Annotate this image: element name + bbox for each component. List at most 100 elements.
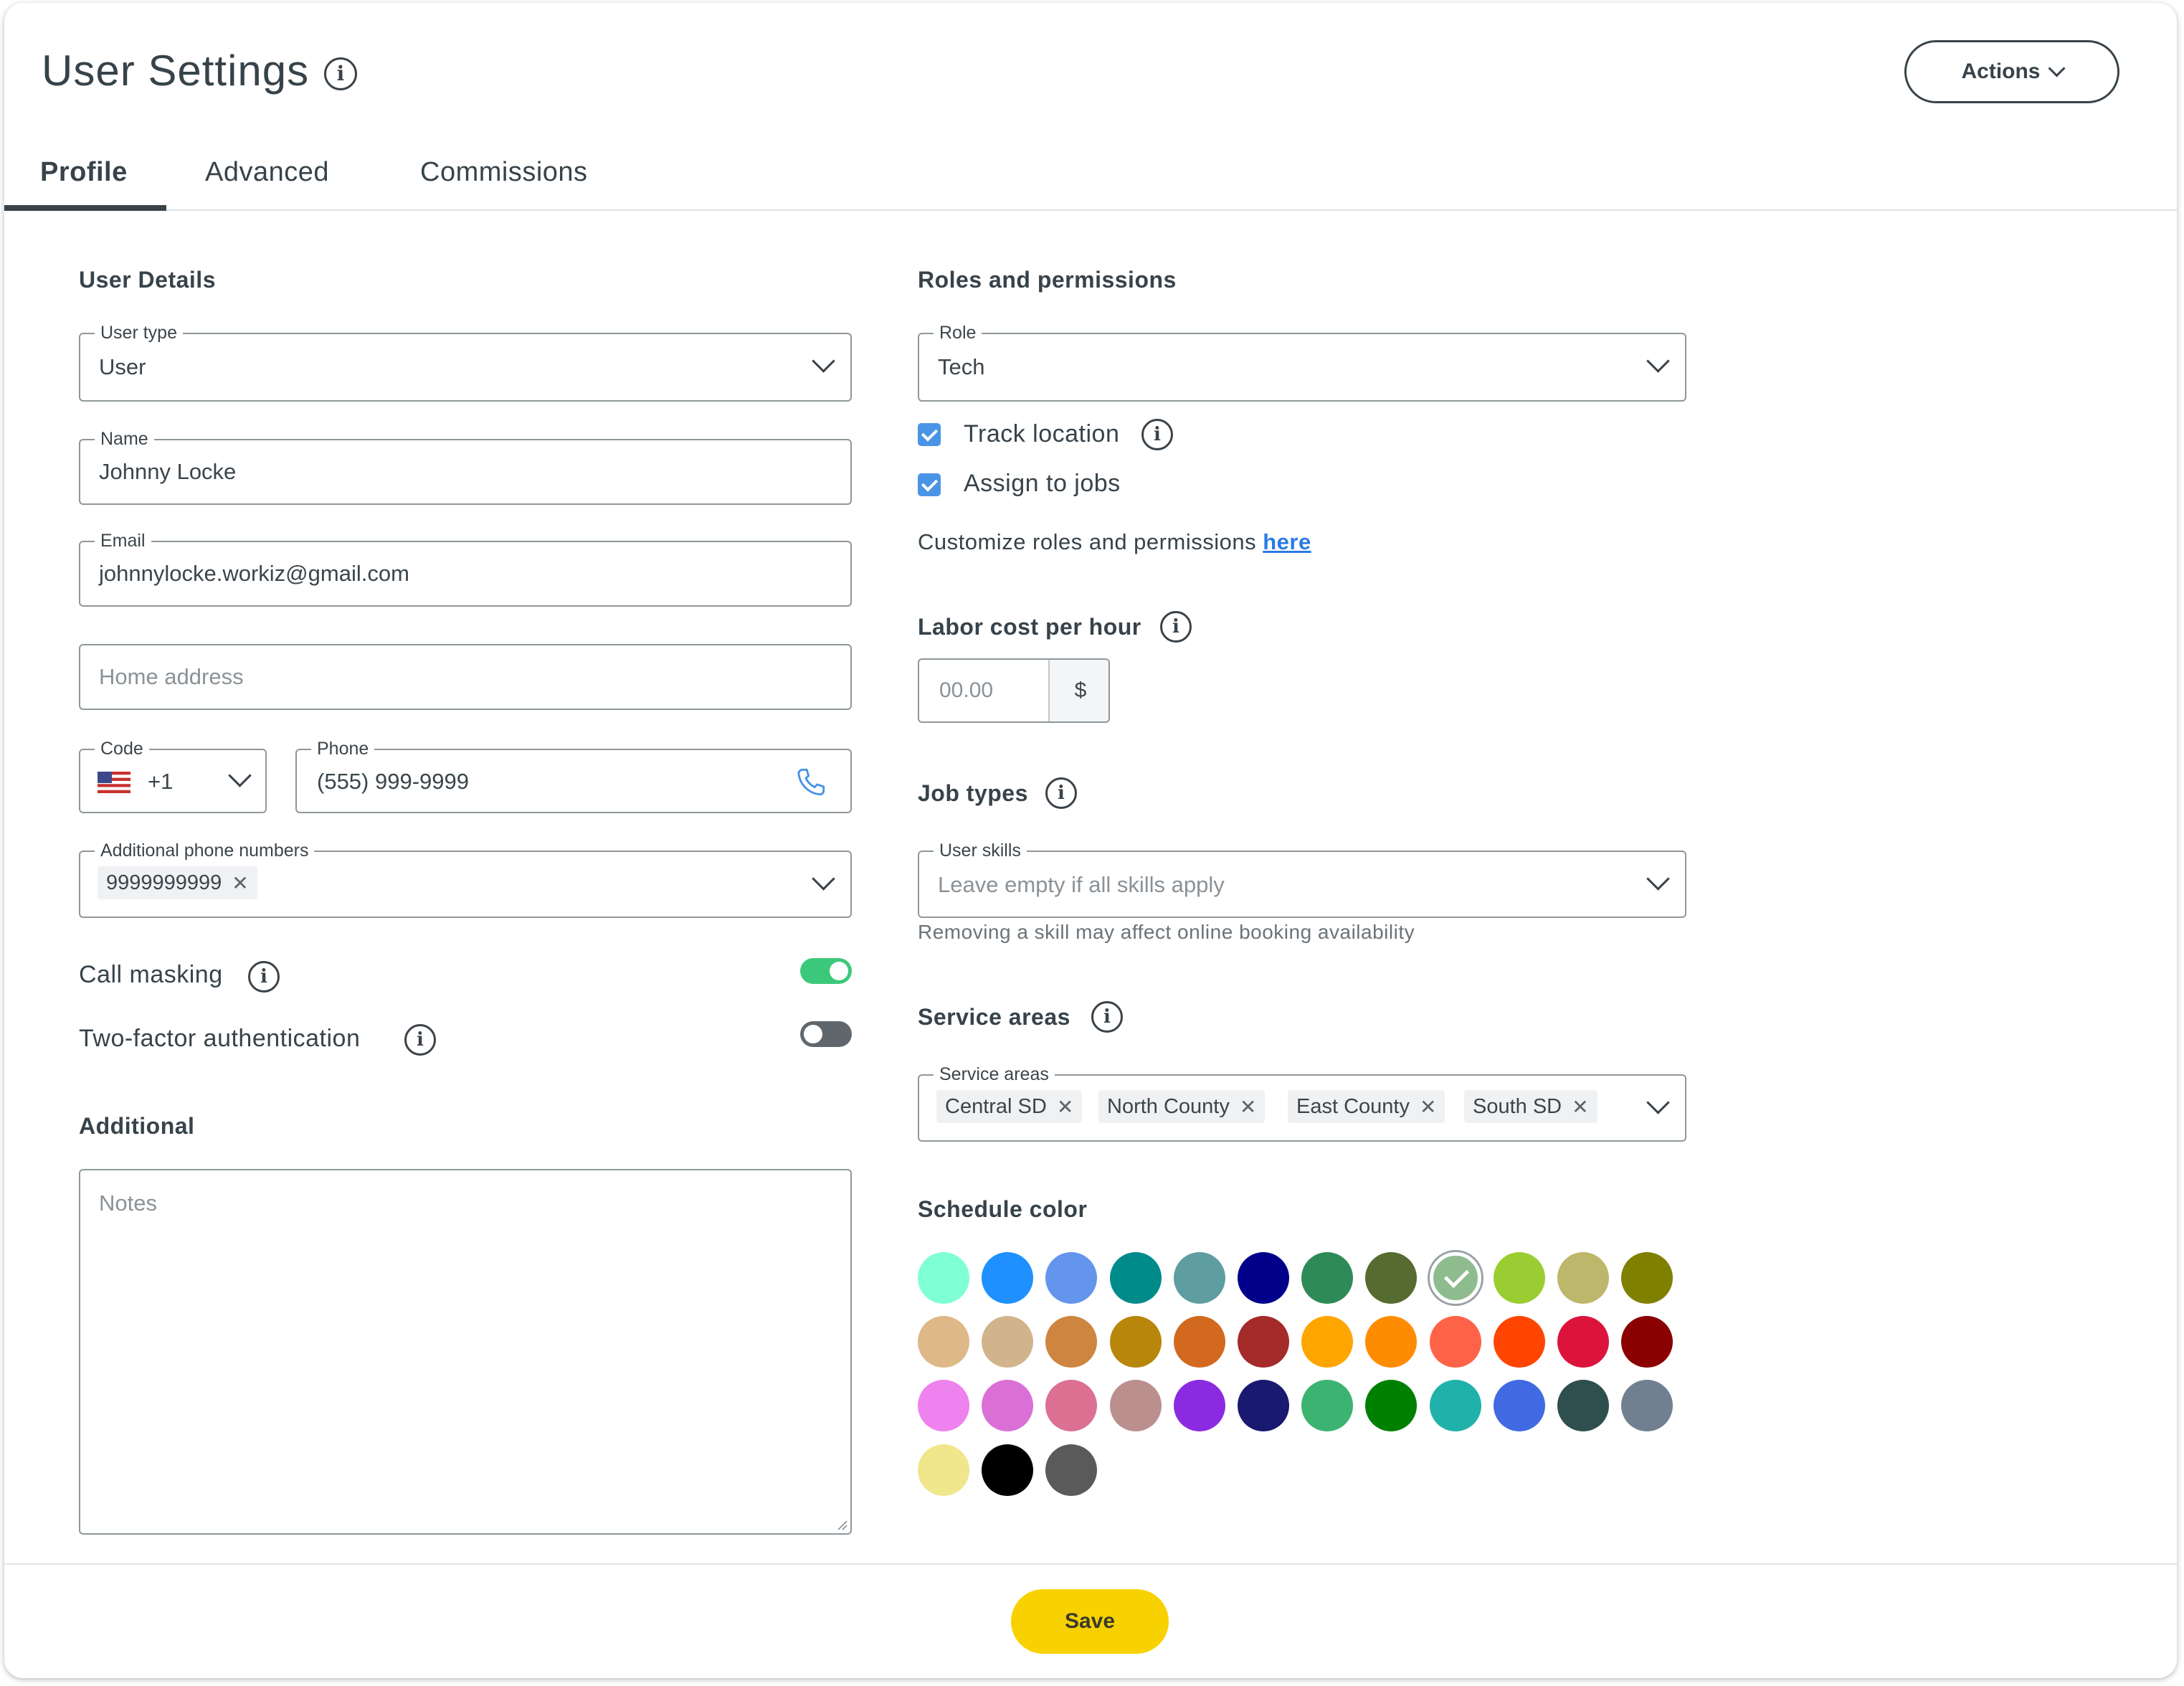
home-address-field[interactable]: Home address: [79, 644, 852, 710]
two-factor-toggle[interactable]: [800, 1021, 852, 1047]
user-type-value: User: [99, 354, 146, 379]
color-swatch[interactable]: [982, 1316, 1034, 1368]
labor-cost-heading: Labor cost per hour: [918, 614, 1141, 640]
color-swatch[interactable]: [1301, 1316, 1354, 1368]
footer-divider: [4, 1563, 2177, 1565]
remove-chip-icon[interactable]: ✕: [1572, 1095, 1588, 1119]
track-location-checkbox[interactable]: [918, 423, 941, 446]
resize-handle-icon[interactable]: [836, 1519, 848, 1530]
call-masking-label: Call masking: [79, 961, 223, 988]
call-masking-toggle[interactable]: [800, 958, 852, 984]
color-swatch[interactable]: [1301, 1252, 1354, 1304]
email-field[interactable]: Email johnnylocke.workiz@gmail.com: [79, 530, 852, 607]
color-swatch[interactable]: [1301, 1380, 1354, 1432]
color-swatch[interactable]: [1429, 1316, 1481, 1368]
code-value: +1: [148, 769, 174, 794]
color-swatch[interactable]: [1045, 1252, 1098, 1304]
color-swatch[interactable]: [982, 1380, 1034, 1432]
schedule-color-heading: Schedule color: [918, 1196, 1088, 1222]
active-tab-indicator: [4, 205, 166, 211]
color-swatch[interactable]: [1493, 1316, 1545, 1368]
notes-textarea[interactable]: Notes: [79, 1169, 852, 1535]
currency-addon: $: [1048, 660, 1108, 721]
color-swatch[interactable]: [1238, 1252, 1289, 1304]
chevron-down-icon: [1646, 349, 1670, 373]
color-swatch[interactable]: [918, 1444, 969, 1496]
color-swatch[interactable]: [1365, 1252, 1418, 1304]
color-swatch[interactable]: [1429, 1380, 1481, 1432]
color-swatch[interactable]: [1109, 1380, 1162, 1432]
color-swatch[interactable]: [1045, 1444, 1098, 1496]
remove-chip-icon[interactable]: ✕: [1420, 1095, 1436, 1119]
info-icon[interactable]: i: [1141, 419, 1173, 450]
user-type-select[interactable]: User type User: [79, 322, 852, 402]
color-swatch[interactable]: [1173, 1380, 1225, 1432]
info-icon[interactable]: i: [404, 1024, 436, 1056]
color-swatch[interactable]: [1173, 1252, 1225, 1304]
color-swatch[interactable]: [1557, 1316, 1609, 1368]
assign-to-jobs-checkbox[interactable]: [918, 473, 941, 496]
phone-icon[interactable]: [793, 764, 829, 800]
service-areas-select[interactable]: Service areas Central SD ✕ North County …: [918, 1064, 1686, 1142]
info-icon[interactable]: i: [248, 961, 280, 993]
color-swatch[interactable]: [1621, 1380, 1673, 1432]
color-swatch[interactable]: [918, 1380, 969, 1432]
color-swatch[interactable]: [918, 1316, 969, 1368]
color-swatch[interactable]: [1365, 1316, 1418, 1368]
labor-cost-input[interactable]: 00.00 $: [918, 658, 1110, 723]
tab-profile[interactable]: Profile: [40, 157, 128, 188]
color-swatch[interactable]: [1045, 1380, 1098, 1432]
color-swatch[interactable]: [1173, 1316, 1225, 1368]
color-swatch[interactable]: [982, 1252, 1034, 1304]
remove-chip-icon[interactable]: ✕: [1240, 1095, 1256, 1119]
info-icon[interactable]: i: [1045, 777, 1077, 809]
color-swatch[interactable]: [1429, 1252, 1481, 1304]
color-swatch[interactable]: [1557, 1380, 1609, 1432]
service-areas-heading: Service areas: [918, 1004, 1070, 1030]
color-swatch[interactable]: [1557, 1252, 1609, 1304]
color-swatch[interactable]: [1365, 1380, 1418, 1432]
role-select[interactable]: Role Tech: [918, 322, 1686, 402]
color-swatch[interactable]: [918, 1252, 969, 1304]
phone-chip: 9999999999 ✕: [98, 866, 257, 899]
phone-chip-label: 9999999999: [106, 871, 222, 894]
color-swatch[interactable]: [1045, 1316, 1098, 1368]
color-swatch[interactable]: [1109, 1316, 1162, 1368]
color-swatch[interactable]: [1621, 1252, 1673, 1304]
user-skills-label: User skills: [934, 840, 1027, 861]
notes-placeholder: Notes: [99, 1190, 157, 1216]
remove-chip-icon[interactable]: ✕: [1057, 1095, 1073, 1119]
info-icon[interactable]: i: [1160, 611, 1192, 643]
color-swatch[interactable]: [1238, 1380, 1289, 1432]
tab-commissions[interactable]: Commissions: [420, 157, 588, 188]
color-swatch[interactable]: [1238, 1316, 1289, 1368]
phone-label: Phone: [311, 738, 375, 759]
color-swatch[interactable]: [1109, 1252, 1162, 1304]
user-skills-select[interactable]: User skills Leave empty if all skills ap…: [918, 840, 1686, 918]
info-icon[interactable]: i: [324, 57, 357, 90]
user-skills-placeholder: Leave empty if all skills apply: [938, 872, 1225, 897]
tab-advanced[interactable]: Advanced: [205, 157, 329, 188]
color-swatch[interactable]: [1621, 1316, 1673, 1368]
chevron-down-icon: [2047, 59, 2066, 77]
color-swatch[interactable]: [1493, 1252, 1545, 1304]
color-swatch[interactable]: [982, 1444, 1034, 1496]
remove-chip-icon[interactable]: ✕: [232, 871, 248, 895]
additional-phone-numbers-select[interactable]: Additional phone numbers 9999999999 ✕: [79, 840, 852, 918]
name-field[interactable]: Name Johnny Locke: [79, 428, 852, 505]
name-value: Johnny Locke: [99, 459, 237, 484]
country-code-select[interactable]: Code +1: [79, 738, 267, 813]
customize-roles-link[interactable]: here: [1263, 529, 1311, 554]
color-swatch[interactable]: [1493, 1380, 1545, 1432]
phone-field[interactable]: Phone (555) 999-9999: [295, 738, 852, 813]
role-label: Role: [934, 322, 982, 344]
save-button[interactable]: Save: [1011, 1589, 1169, 1654]
service-area-chip: North County ✕: [1098, 1090, 1266, 1123]
info-icon[interactable]: i: [1091, 1001, 1123, 1033]
customize-roles-label: Customize roles and permissions: [918, 529, 1257, 554]
tabs-divider: [4, 209, 2177, 211]
role-value: Tech: [938, 354, 985, 379]
roles-heading: Roles and permissions: [918, 267, 1177, 293]
actions-button[interactable]: Actions: [1904, 40, 2119, 103]
us-flag-icon: [98, 772, 130, 793]
